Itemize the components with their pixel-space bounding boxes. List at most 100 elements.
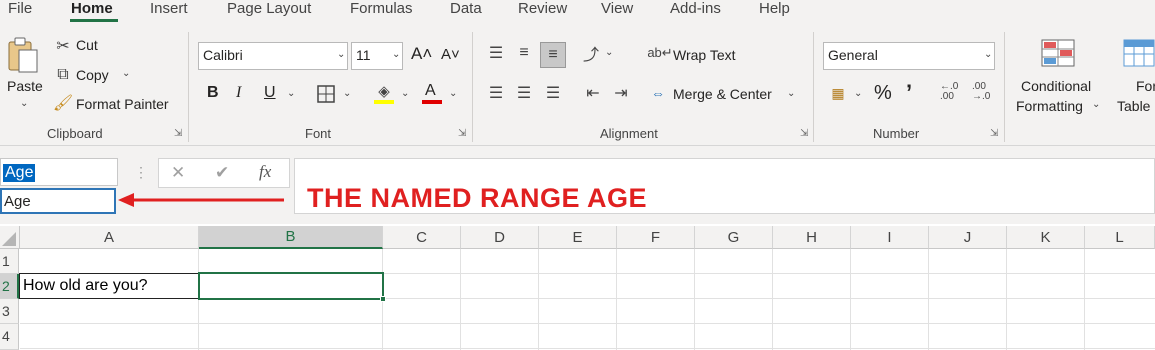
number-launcher-icon[interactable]: ⇲ bbox=[990, 128, 998, 139]
middle-align-icon[interactable]: ≡ bbox=[513, 42, 535, 64]
increase-decimal-button[interactable]: ←.0 .00 bbox=[940, 82, 964, 102]
column-header-g[interactable]: G bbox=[695, 226, 773, 249]
wrap-text-button[interactable]: Wrap Text bbox=[673, 47, 736, 63]
bold-button[interactable]: B bbox=[207, 84, 219, 102]
number-format-value: General bbox=[828, 47, 878, 63]
conditional-formatting-label-2: Formatting bbox=[1016, 98, 1083, 114]
row-header-4[interactable]: 4 bbox=[0, 324, 19, 350]
font-size-select[interactable]: 11 ⌄ bbox=[351, 42, 403, 70]
row-header-1[interactable]: 1 bbox=[0, 249, 19, 274]
increase-font-size-button[interactable]: A˄ bbox=[411, 44, 432, 64]
merge-center-button[interactable]: Merge & Center bbox=[673, 86, 772, 102]
decrease-font-size-button[interactable]: A˅ bbox=[441, 46, 460, 63]
font-family-select[interactable]: Calibri ⌄ bbox=[198, 42, 348, 70]
formula-buttons: ✕ ✔ fx bbox=[158, 158, 290, 188]
orientation-icon[interactable]: ⤴ bbox=[580, 42, 602, 64]
orientation-chevron-down-icon[interactable]: ⌄ bbox=[605, 47, 613, 58]
select-all-button[interactable] bbox=[0, 226, 20, 249]
align-left-icon[interactable]: ☰ bbox=[485, 82, 507, 104]
row-header-3[interactable]: 3 bbox=[0, 299, 19, 324]
tab-page-layout[interactable]: Page Layout bbox=[227, 0, 311, 17]
tab-insert[interactable]: Insert bbox=[150, 0, 188, 17]
tab-review[interactable]: Review bbox=[518, 0, 567, 17]
format-as-table-button[interactable] bbox=[1122, 38, 1155, 68]
column-header-h[interactable]: H bbox=[773, 226, 851, 249]
tab-add-ins[interactable]: Add-ins bbox=[670, 0, 721, 17]
cell-b2-active[interactable] bbox=[198, 272, 384, 300]
align-right-icon[interactable]: ☰ bbox=[542, 82, 564, 104]
bottom-align-icon[interactable]: ≡ bbox=[540, 42, 566, 68]
font-family-value: Calibri bbox=[203, 47, 243, 63]
merge-center-chevron-down-icon[interactable]: ⌄ bbox=[787, 88, 795, 99]
tab-formulas[interactable]: Formulas bbox=[350, 0, 413, 17]
conditional-formatting-label-1: Conditional bbox=[1021, 78, 1092, 94]
copy-chevron-down-icon[interactable]: ⌄ bbox=[122, 68, 130, 79]
insert-function-button[interactable]: fx bbox=[259, 162, 271, 182]
cell-a2[interactable]: How old are you? bbox=[19, 273, 200, 299]
italic-button[interactable]: I bbox=[236, 84, 241, 102]
underline-button[interactable]: U bbox=[264, 84, 276, 102]
column-header-a[interactable]: A bbox=[20, 226, 199, 249]
tab-help[interactable]: Help bbox=[759, 0, 790, 17]
tab-home[interactable]: Home bbox=[71, 0, 113, 17]
name-box-dropdown-item-age[interactable]: Age bbox=[0, 188, 116, 214]
paste-button[interactable] bbox=[6, 36, 40, 76]
conditional-formatting-chevron-down-icon[interactable]: ⌄ bbox=[1092, 99, 1100, 110]
borders-chevron-down-icon[interactable]: ⌄ bbox=[343, 88, 351, 99]
decrease-decimal-button[interactable]: .00 →.0 bbox=[972, 82, 996, 102]
column-header-c[interactable]: C bbox=[383, 226, 461, 249]
accounting-format-icon[interactable]: ▦ bbox=[826, 82, 850, 104]
format-painter-button[interactable]: Format Painter bbox=[76, 96, 169, 112]
alignment-launcher-icon[interactable]: ⇲ bbox=[800, 128, 808, 139]
tab-data[interactable]: Data bbox=[450, 0, 482, 17]
grip-dots-icon[interactable]: ⋮ bbox=[134, 164, 148, 181]
borders-button[interactable] bbox=[316, 84, 336, 104]
ribbon-tab-bar: File Home Insert Page Layout Formulas Da… bbox=[0, 0, 1155, 22]
cut-button[interactable]: Cut bbox=[76, 37, 98, 53]
conditional-formatting-button[interactable] bbox=[1040, 38, 1076, 68]
align-center-icon[interactable]: ☰ bbox=[513, 82, 535, 104]
enter-button[interactable]: ✔ bbox=[215, 163, 229, 183]
row-header-2[interactable]: 2 bbox=[0, 274, 19, 299]
tab-file[interactable]: File bbox=[8, 0, 32, 17]
number-format-select[interactable]: General ⌄ bbox=[823, 42, 995, 70]
column-header-k[interactable]: K bbox=[1007, 226, 1085, 249]
column-header-f[interactable]: F bbox=[617, 226, 695, 249]
column-header-j[interactable]: J bbox=[929, 226, 1007, 249]
select-all-triangle-icon bbox=[2, 232, 16, 246]
comma-style-button[interactable]: ’ bbox=[906, 80, 912, 106]
top-align-icon[interactable]: ☰ bbox=[485, 42, 507, 64]
cell-gridlines bbox=[20, 249, 1155, 350]
font-color-a-icon: A bbox=[425, 82, 436, 99]
underline-chevron-down-icon[interactable]: ⌄ bbox=[287, 88, 295, 99]
font-color-button[interactable]: A bbox=[421, 82, 443, 106]
group-divider bbox=[1004, 32, 1005, 142]
fill-color-swatch bbox=[374, 100, 394, 104]
increase-indent-icon[interactable]: ⇥ bbox=[610, 82, 632, 104]
name-box-selected-text: Age bbox=[3, 164, 36, 182]
fill-color-button[interactable]: ◈ bbox=[373, 82, 395, 106]
column-header-i[interactable]: I bbox=[851, 226, 929, 249]
font-color-chevron-down-icon[interactable]: ⌄ bbox=[449, 88, 457, 99]
column-header-b[interactable]: B bbox=[199, 226, 383, 249]
fill-handle[interactable] bbox=[380, 296, 386, 302]
column-header-l[interactable]: L bbox=[1085, 226, 1155, 249]
accounting-chevron-down-icon[interactable]: ⌄ bbox=[854, 88, 862, 99]
chevron-down-icon: ⌄ bbox=[984, 49, 993, 60]
paste-chevron-down-icon[interactable]: ⌄ bbox=[20, 98, 28, 109]
column-header-d[interactable]: D bbox=[461, 226, 539, 249]
cancel-button[interactable]: ✕ bbox=[171, 163, 185, 183]
fill-bucket-icon: ◈ bbox=[378, 83, 390, 100]
font-launcher-icon[interactable]: ⇲ bbox=[458, 128, 466, 139]
column-header-e[interactable]: E bbox=[539, 226, 617, 249]
tab-view[interactable]: View bbox=[601, 0, 633, 17]
clipboard-launcher-icon[interactable]: ⇲ bbox=[174, 128, 182, 139]
number-group-label: Number bbox=[873, 126, 920, 141]
percent-style-button[interactable]: % bbox=[874, 82, 892, 105]
decrease-indent-icon[interactable]: ⇤ bbox=[582, 82, 604, 104]
copy-button[interactable]: Copy bbox=[76, 67, 109, 83]
fill-color-chevron-down-icon[interactable]: ⌄ bbox=[401, 88, 409, 99]
group-divider bbox=[188, 32, 189, 142]
clipboard-group-label: Clipboard bbox=[47, 126, 103, 141]
dropdown-item-label: Age bbox=[4, 193, 31, 210]
